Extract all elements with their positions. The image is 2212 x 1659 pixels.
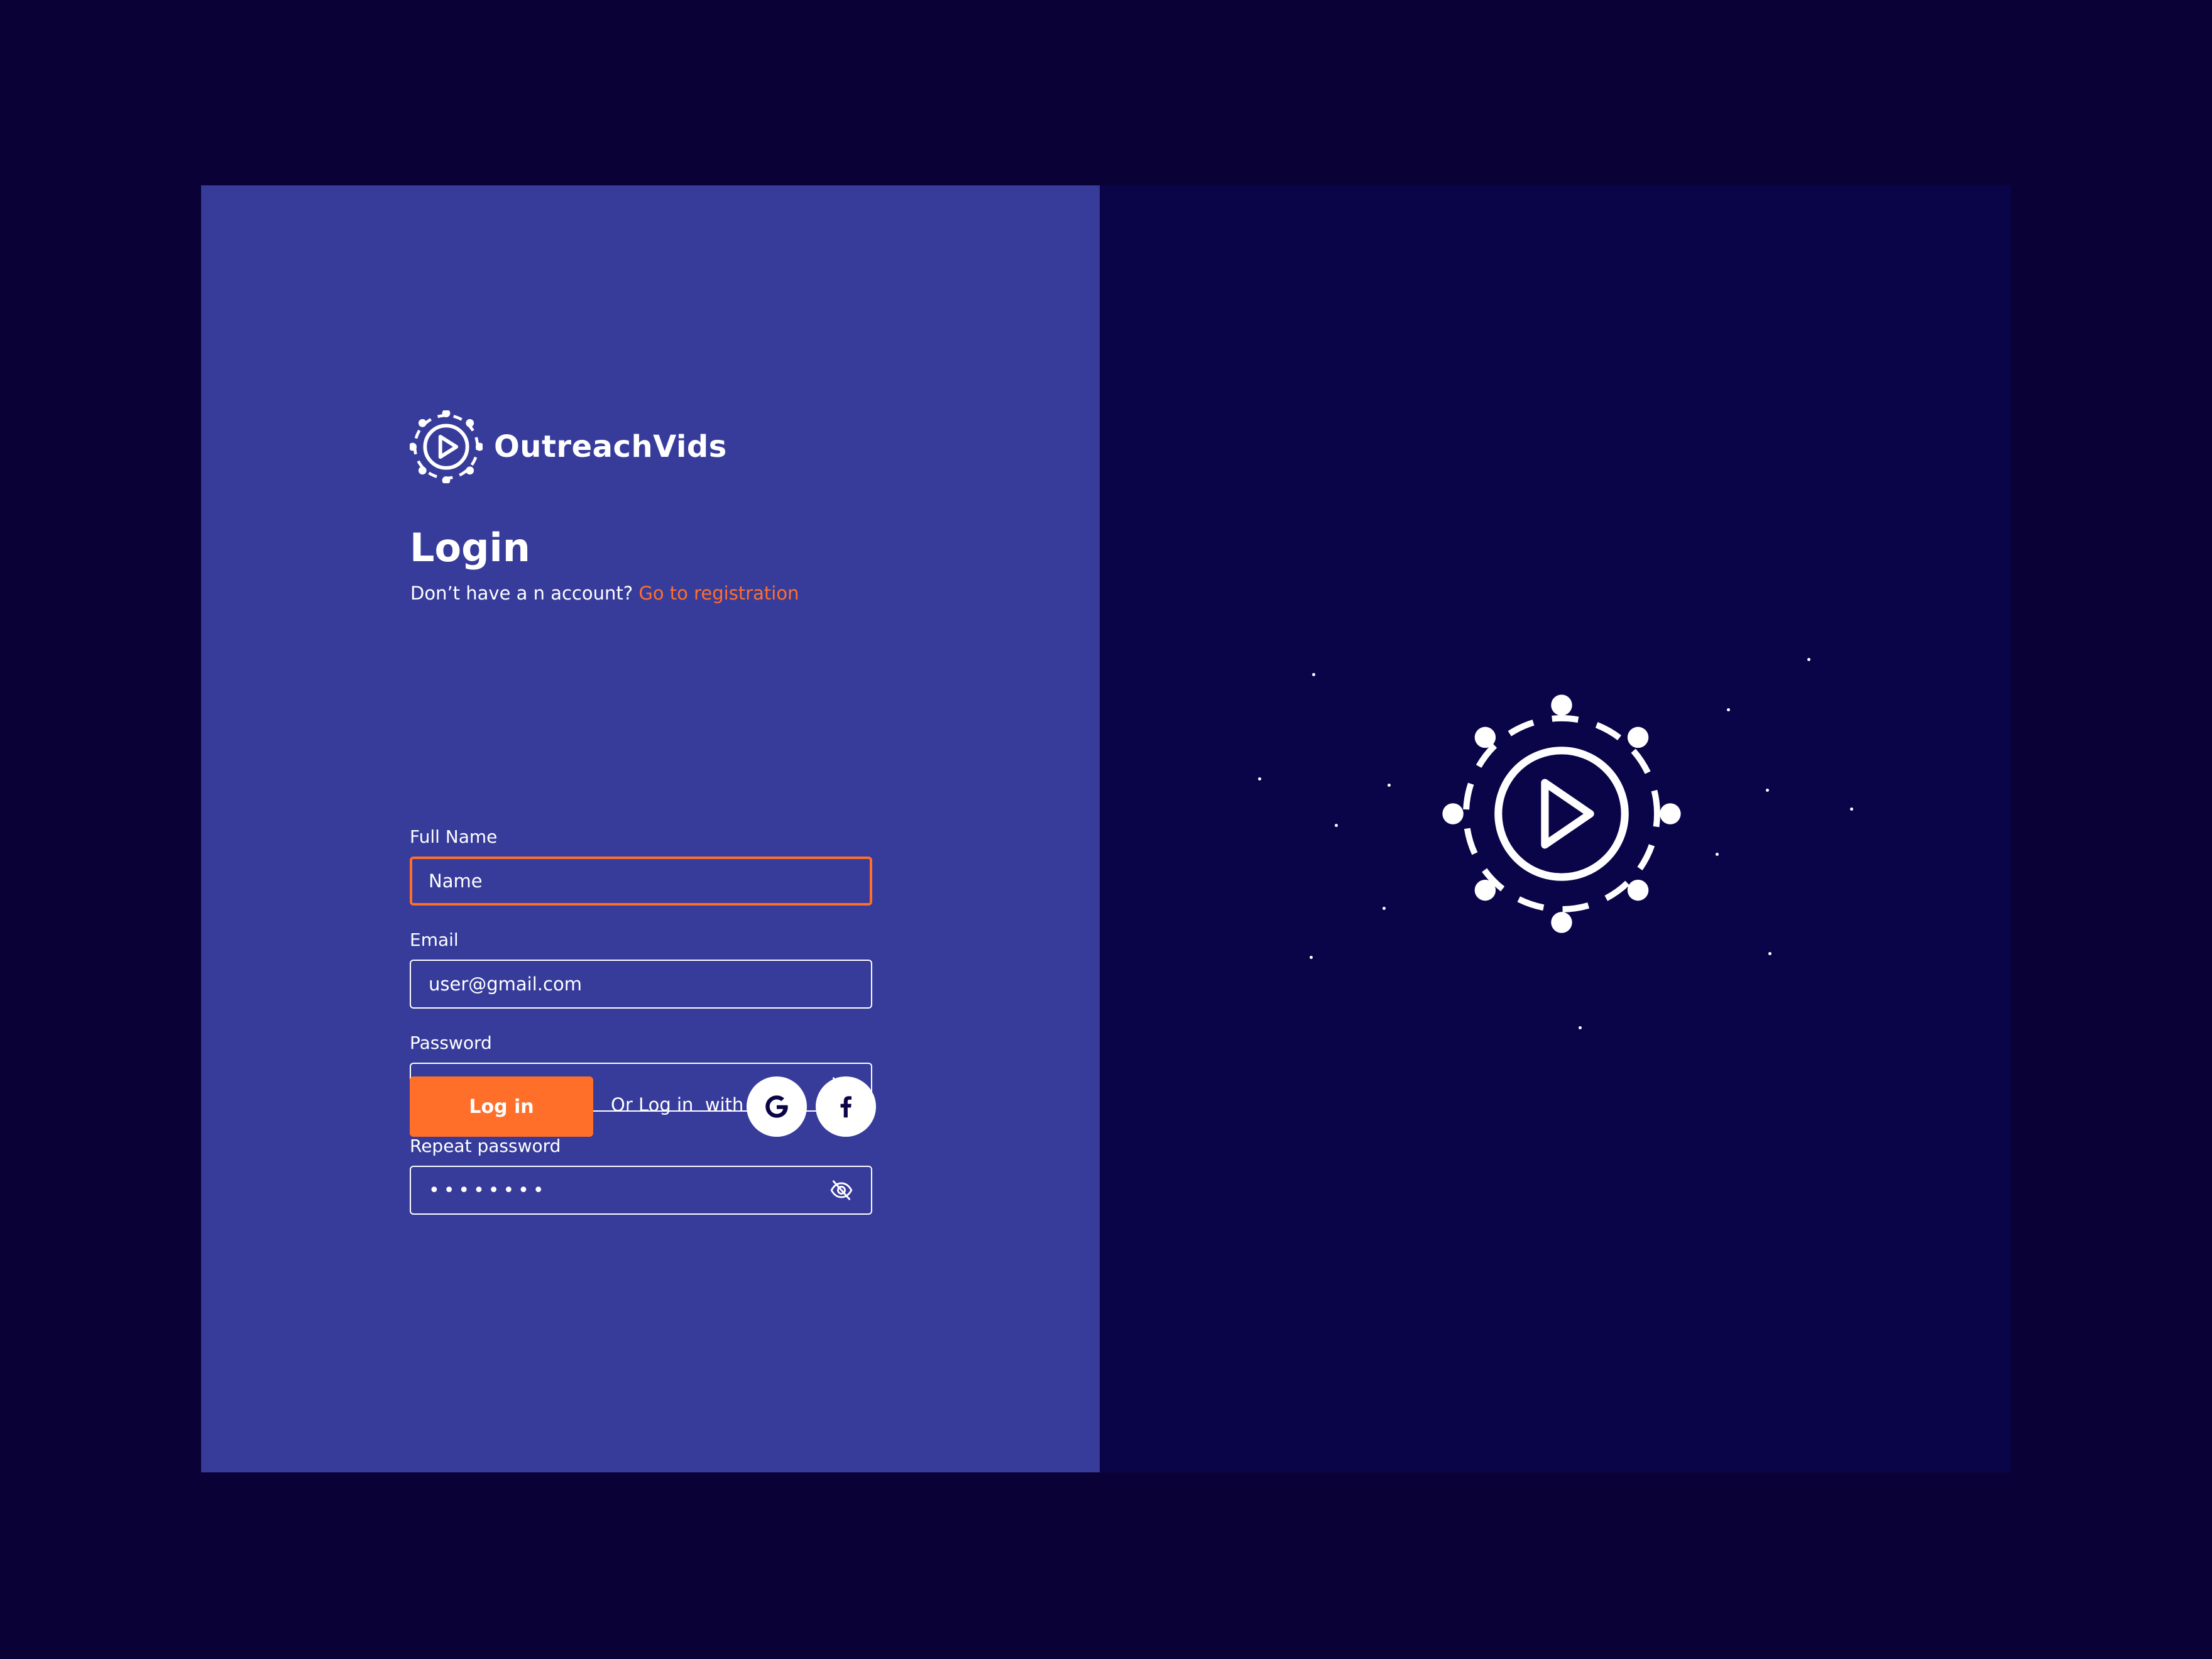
registration-prompt-text: Don’t have a n account? bbox=[410, 583, 633, 604]
star-dot bbox=[1388, 784, 1391, 787]
star-dot bbox=[1382, 907, 1386, 910]
star-dot bbox=[1310, 956, 1313, 959]
facebook-login-button[interactable] bbox=[816, 1076, 876, 1137]
repeat-password-field[interactable]: •••••••• bbox=[410, 1166, 872, 1215]
eye-off-icon[interactable] bbox=[830, 1178, 853, 1202]
play-circle-dots-icon bbox=[410, 410, 483, 483]
star-dot bbox=[1312, 673, 1315, 676]
star-dot bbox=[1258, 777, 1261, 780]
illustration-panel bbox=[1100, 185, 2011, 1472]
facebook-icon bbox=[840, 1096, 852, 1118]
login-button[interactable]: Log in bbox=[410, 1076, 593, 1137]
star-dot bbox=[1850, 808, 1853, 811]
star-dot bbox=[1768, 952, 1771, 955]
star-dot bbox=[1807, 658, 1810, 661]
repeat-password-value: •••••••• bbox=[429, 1179, 548, 1202]
password-label: Password bbox=[410, 1032, 492, 1053]
full-name-label: Full Name bbox=[410, 826, 498, 847]
login-card: OutreachVids Login Don’t have a n accoun… bbox=[201, 185, 2011, 1472]
brand-name: OutreachVids bbox=[494, 429, 727, 464]
star-dot bbox=[1727, 708, 1730, 711]
registration-prompt: Don’t have a n account? Go to registrati… bbox=[410, 583, 799, 604]
repeat-password-label: Repeat password bbox=[410, 1136, 561, 1156]
email-value: user@gmail.com bbox=[429, 973, 582, 995]
google-login-button[interactable] bbox=[747, 1076, 807, 1137]
page-title: Login bbox=[410, 525, 530, 571]
google-icon bbox=[765, 1095, 788, 1118]
email-field[interactable]: user@gmail.com bbox=[410, 960, 872, 1009]
email-label: Email bbox=[410, 929, 459, 950]
star-dot bbox=[1579, 1026, 1582, 1029]
registration-link[interactable]: Go to registration bbox=[638, 583, 799, 604]
star-dot bbox=[1335, 824, 1338, 827]
play-circle-dots-icon bbox=[1442, 694, 1681, 933]
star-dot bbox=[1716, 853, 1719, 856]
social-login-text: Or Log in with bbox=[611, 1094, 744, 1115]
full-name-value: Name bbox=[429, 870, 483, 892]
full-name-field[interactable]: Name bbox=[410, 857, 872, 906]
login-panel: OutreachVids Login Don’t have a n accoun… bbox=[201, 185, 1100, 1472]
brand: OutreachVids bbox=[410, 410, 727, 483]
star-dot bbox=[1766, 789, 1769, 792]
